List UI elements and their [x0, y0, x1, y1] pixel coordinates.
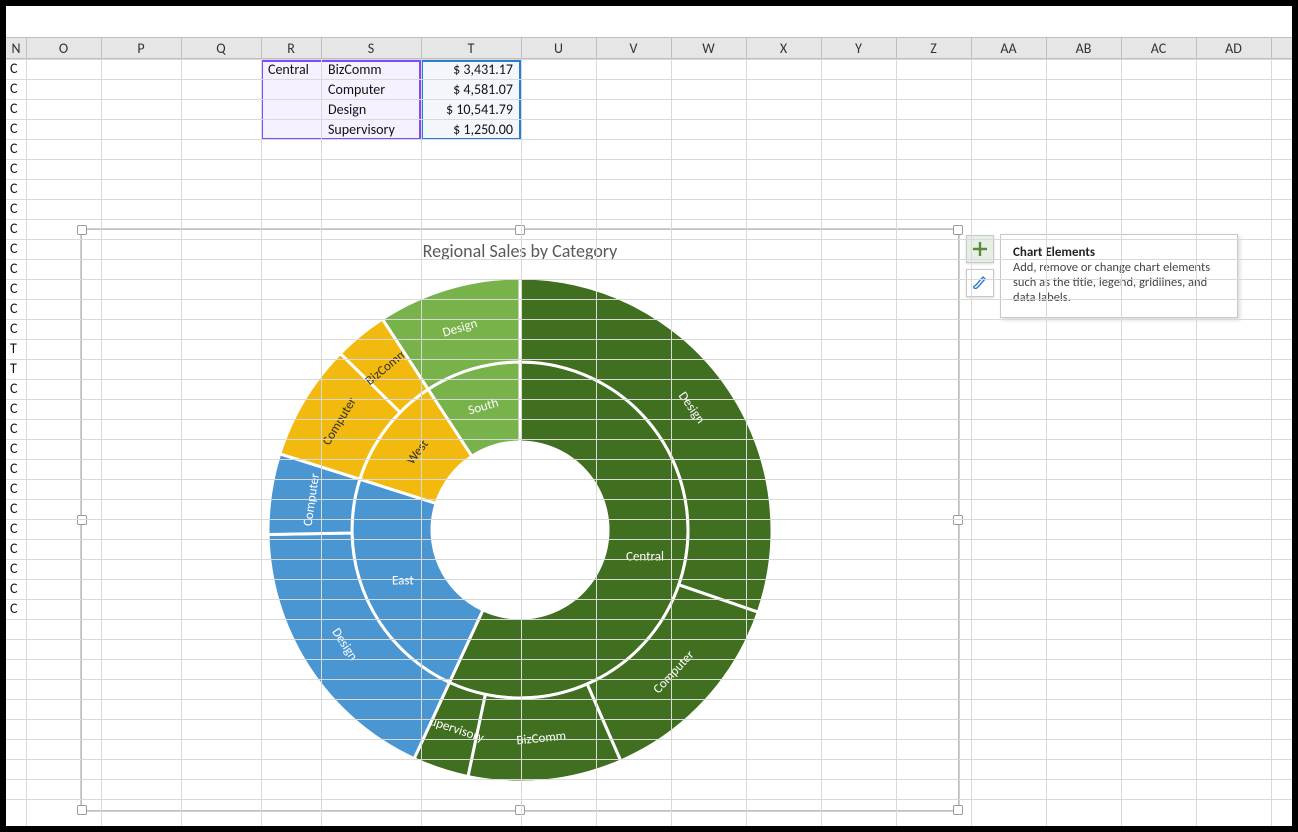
row-label: C — [10, 599, 17, 619]
col-header-AA[interactable]: AA — [971, 38, 1046, 60]
col-header-W[interactable]: W — [671, 38, 746, 60]
row-label: C — [10, 379, 17, 399]
row-label: C — [10, 259, 17, 279]
svg-text:Central: Central — [626, 550, 664, 565]
row-label: C — [10, 559, 17, 579]
row-label: C — [10, 439, 17, 459]
brush-icon — [971, 274, 989, 292]
col-header-V[interactable]: V — [596, 38, 671, 60]
svg-text:East: East — [392, 574, 414, 589]
cell-S-cat-0[interactable]: BizComm — [324, 60, 419, 80]
row-label: C — [10, 499, 17, 519]
col-header-AD[interactable]: AD — [1196, 38, 1271, 60]
row-label: C — [10, 159, 17, 179]
row-label: C — [10, 139, 17, 159]
row-label: C — [10, 279, 17, 299]
resize-handle[interactable] — [77, 515, 87, 525]
plus-icon — [971, 240, 989, 258]
row-label: C — [10, 199, 17, 219]
row-label: C — [10, 539, 17, 559]
cell-S-cat-2[interactable]: Design — [324, 100, 419, 120]
col-header-AB[interactable]: AB — [1046, 38, 1121, 60]
row-label: C — [10, 459, 17, 479]
col-header-X[interactable]: X — [746, 38, 821, 60]
resize-handle[interactable] — [515, 805, 525, 815]
row-label: C — [10, 579, 17, 599]
col-header-Y[interactable]: Y — [821, 38, 896, 60]
col-header-T[interactable]: T — [421, 38, 521, 60]
row-label: C — [10, 179, 17, 199]
chart-object[interactable]: Regional Sales by Category CentralDesign… — [81, 229, 959, 811]
cell-T-val-2[interactable]: $ 10,541.79 — [421, 100, 517, 120]
column-headers: NOPQRSTUVWXYZAAABACAD — [6, 37, 1292, 59]
resize-handle[interactable] — [77, 805, 87, 815]
col-header-N[interactable]: N — [6, 38, 26, 60]
row-label: C — [10, 79, 17, 99]
row-label: T — [10, 339, 17, 359]
row-label: T — [10, 359, 17, 379]
sunburst-chart[interactable]: CentralDesignComputerBizCommSupervisoryE… — [240, 262, 800, 782]
col-header-Q[interactable]: Q — [181, 38, 261, 60]
col-header-AC[interactable]: AC — [1121, 38, 1196, 60]
row-label: C — [10, 59, 17, 79]
col-header-O[interactable]: O — [26, 38, 101, 60]
col-header-U[interactable]: U — [521, 38, 596, 60]
col-header-P[interactable]: P — [101, 38, 181, 60]
col-header-R[interactable]: R — [261, 38, 321, 60]
cell-S-cat-3[interactable]: Supervisory — [324, 120, 419, 140]
resize-handle[interactable] — [77, 225, 87, 235]
resize-handle[interactable] — [953, 805, 963, 815]
row-label: C — [10, 99, 17, 119]
worksheet-grid[interactable]: Central BizComm Computer Design Supervis… — [6, 59, 1292, 826]
col-header-Z[interactable]: Z — [896, 38, 971, 60]
chart-elements-tooltip: Chart Elements Add, remove or change cha… — [1000, 234, 1238, 318]
resize-handle[interactable] — [515, 225, 525, 235]
col-header-S[interactable]: S — [321, 38, 421, 60]
cell-T-val-3[interactable]: $ 1,250.00 — [421, 120, 517, 140]
row-label: C — [10, 519, 17, 539]
cell-T-val-1[interactable]: $ 4,581.07 — [421, 80, 517, 100]
cell-S-cat-1[interactable]: Computer — [324, 80, 419, 100]
row-label: C — [10, 319, 17, 339]
resize-handle[interactable] — [953, 515, 963, 525]
cell-R-region[interactable]: Central — [264, 60, 324, 80]
resize-handle[interactable] — [953, 225, 963, 235]
row-label: C — [10, 399, 17, 419]
row-label: C — [10, 419, 17, 439]
row-label: C — [10, 119, 17, 139]
tooltip-title: Chart Elements — [1013, 245, 1095, 260]
row-label: C — [10, 219, 17, 239]
row-label: C — [10, 479, 17, 499]
row-label: C — [10, 299, 17, 319]
cell-T-val-0[interactable]: $ 3,431.17 — [421, 60, 517, 80]
row-label: C — [10, 239, 17, 259]
